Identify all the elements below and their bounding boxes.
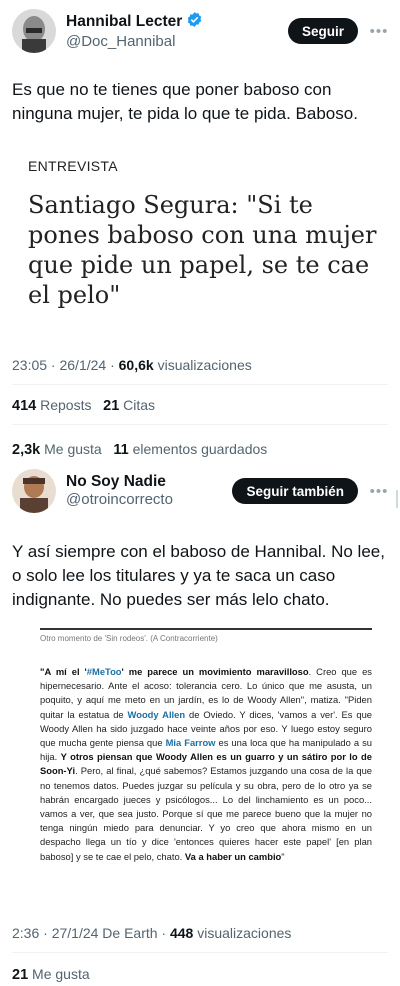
likes-count: 21	[12, 967, 29, 983]
tweet-header: No Soy Nadie @otroincorrecto Seguir tamb…	[12, 466, 390, 516]
quotes-link[interactable]: 21 Citas	[103, 397, 156, 414]
reposts-count: 414	[12, 398, 37, 414]
tweet-time[interactable]: 23:05 · 26/1/24 ·	[12, 357, 119, 373]
user-block: Hannibal Lecter @Doc_Hannibal	[66, 11, 288, 52]
tweet-header: Hannibal Lecter @Doc_Hannibal Seguir •••	[12, 6, 390, 56]
tweet-meta: 2:36 · 27/1/24 De Earth · 448 visualizac…	[12, 925, 291, 941]
article-title[interactable]: Santiago Segura: "Si te pones baboso con…	[28, 190, 380, 310]
likes-link[interactable]: 21 Me gusta	[12, 966, 90, 983]
avatar[interactable]	[12, 9, 56, 53]
bookmarks-label: elementos guardados	[132, 441, 268, 457]
thread-line	[396, 490, 398, 508]
divider	[12, 952, 388, 953]
display-name[interactable]: No Soy Nadie	[66, 473, 232, 492]
likes-stats: 21 Me gusta	[12, 966, 90, 983]
reposts-link[interactable]: 414 Reposts	[12, 397, 92, 414]
clip-link-woody: Woody Allen	[127, 708, 186, 720]
views-count: 60,6k	[118, 357, 154, 373]
article-kicker: ENTREVISTA	[28, 158, 118, 174]
user-block: No Soy Nadie @otroincorrecto	[66, 473, 232, 510]
tweet-meta: 23:05 · 26/1/24 · 60,6k visualizaciones	[12, 357, 252, 373]
bookmarks-count: 11	[113, 442, 129, 458]
display-name-text[interactable]: Hannibal Lecter	[66, 13, 182, 32]
display-name-text[interactable]: No Soy Nadie	[66, 473, 166, 492]
tweet-text: Y así siempre con el baboso de Hannibal.…	[12, 542, 385, 609]
bookmarks-link[interactable]: 11 elementos guardados	[113, 441, 268, 458]
likes-label: Me gusta	[44, 441, 102, 457]
likes-stats: 2,3k Me gusta 11 elementos guardados	[12, 441, 267, 458]
clip-quote-bold: ' me parece un movimiento maravilloso	[121, 666, 309, 677]
follow-button[interactable]: Seguir	[287, 18, 358, 44]
quotes-label: Citas	[123, 397, 156, 413]
tweet-time[interactable]: 2:36 · 27/1/24 De Earth ·	[12, 925, 170, 941]
clipping-body: "A mí el '#MeToo' me parece un movimient…	[40, 665, 372, 864]
likes-label: Me gusta	[32, 966, 90, 982]
likes-count: 2,3k	[12, 442, 41, 458]
handle[interactable]: @otroincorrecto	[66, 491, 232, 509]
more-options-icon[interactable]: •••	[368, 23, 390, 40]
more-options-icon[interactable]: •••	[368, 483, 390, 500]
clip-quote-end: "	[281, 850, 285, 862]
display-name[interactable]: Hannibal Lecter	[66, 11, 288, 34]
views-count: 448	[169, 925, 194, 941]
clip-hashtag: #MeToo	[86, 666, 122, 677]
tweet-text: Es que no te tienes que poner baboso con…	[12, 80, 358, 123]
views-label: visualizaciones	[193, 925, 292, 941]
follow-button[interactable]: Seguir también	[232, 478, 358, 504]
article-clipping-image[interactable]: Otro momento de 'Sin rodeos'. (A Contrac…	[40, 628, 372, 890]
avatar[interactable]	[12, 469, 56, 513]
clip-link-mia: Mia Farrow	[165, 737, 216, 749]
clip-bold-c: Va a haber un cambio	[184, 850, 282, 862]
clipping-caption: Otro momento de 'Sin rodeos'. (A Contrac…	[40, 634, 218, 643]
quotes-count: 21	[103, 398, 120, 414]
clip-quote-start: "A mí el '	[40, 666, 87, 677]
likes-link[interactable]: 2,3k Me gusta	[12, 441, 102, 458]
verified-badge-icon	[186, 11, 203, 34]
handle[interactable]: @Doc_Hannibal	[66, 33, 288, 51]
clip-text-d: . Pero, al final, ¿qué sabemos? Estamos …	[40, 765, 372, 862]
views-label: visualizaciones	[153, 357, 252, 373]
reposts-label: Reposts	[40, 397, 92, 413]
divider	[12, 424, 388, 425]
divider	[12, 384, 388, 385]
reposts-stats: 414 Reposts 21 Citas	[12, 397, 155, 414]
